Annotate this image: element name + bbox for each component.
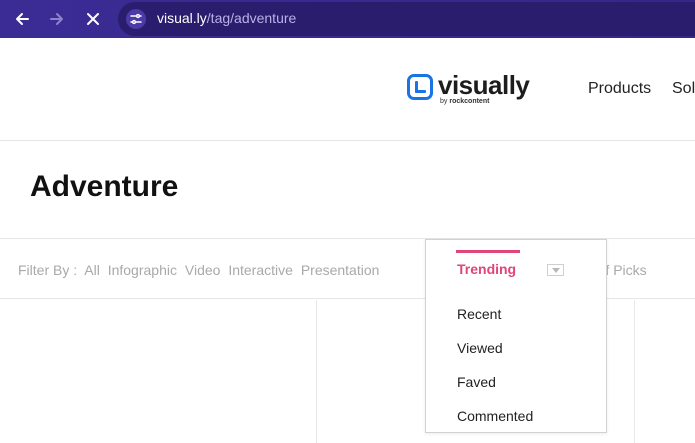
filter-all[interactable]: All <box>84 262 100 278</box>
filter-label: Filter By : <box>18 262 78 278</box>
arrow-right-icon <box>50 13 63 25</box>
page-title: Adventure <box>30 170 179 203</box>
sort-option-faved[interactable]: Faved <box>457 374 496 390</box>
visually-logo[interactable]: visually by rockcontent <box>407 70 530 108</box>
stop-loading-button[interactable] <box>80 6 106 32</box>
site-settings-icon[interactable] <box>126 9 146 29</box>
filter-options: Filter By : All Infographic Video Intera… <box>18 262 383 278</box>
site-header: visually by rockcontent Products Sol <box>0 38 695 141</box>
filter-presentation[interactable]: Presentation <box>301 262 380 278</box>
url-path: /tag/adventure <box>206 10 297 26</box>
visually-logo-icon <box>407 74 433 100</box>
arrow-left-icon <box>16 13 29 25</box>
nav-products[interactable]: Products <box>588 80 651 98</box>
sort-option-viewed[interactable]: Viewed <box>457 340 503 356</box>
dropdown-accent-bar <box>456 250 520 253</box>
sort-selected-trending[interactable]: Trending <box>457 261 516 277</box>
logo-wordmark: visually <box>438 70 530 100</box>
forward-button[interactable] <box>44 6 70 32</box>
url-text: visual.ly/tag/adventure <box>157 10 296 26</box>
logo-byline: by rockcontent <box>440 98 490 105</box>
browser-toolbar: visual.ly/tag/adventure <box>0 0 695 38</box>
sort-dropdown[interactable]: Trending Recent Viewed Faved Commented <box>425 239 607 433</box>
nav-solutions[interactable]: Sol <box>672 80 695 98</box>
sort-option-commented[interactable]: Commented <box>457 408 533 424</box>
back-button[interactable] <box>9 6 35 32</box>
sort-option-recent[interactable]: Recent <box>457 306 501 322</box>
url-host: visual.ly <box>157 10 207 26</box>
filter-video[interactable]: Video <box>185 262 221 278</box>
grid-divider <box>316 300 317 443</box>
filter-infographic[interactable]: Infographic <box>108 262 177 278</box>
address-bar[interactable]: visual.ly/tag/adventure <box>118 2 695 36</box>
filter-interactive[interactable]: Interactive <box>228 262 293 278</box>
close-icon <box>87 13 99 25</box>
chevron-down-icon[interactable] <box>547 264 564 276</box>
grid-divider <box>634 300 635 443</box>
